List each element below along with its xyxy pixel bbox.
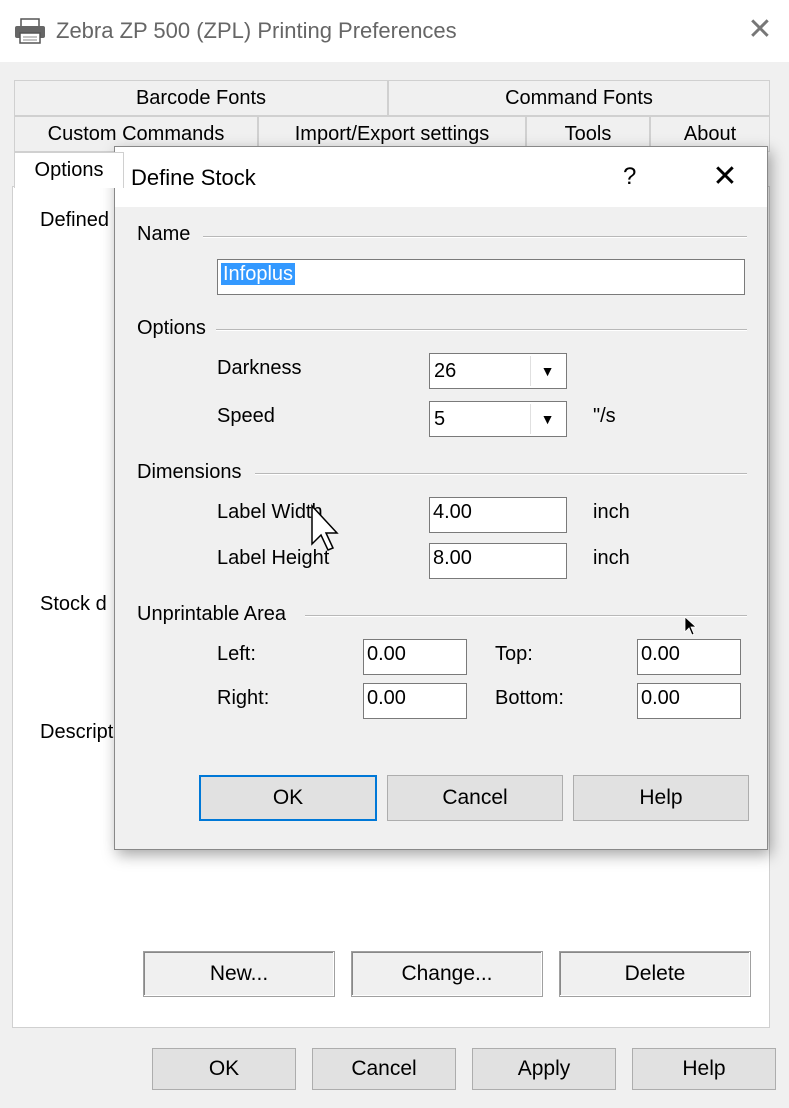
dialog-ok-button[interactable]: OK bbox=[199, 775, 377, 821]
label-height-unit: inch bbox=[593, 547, 630, 569]
help-icon[interactable]: ? bbox=[623, 163, 636, 191]
change-stock-button[interactable]: Change... bbox=[351, 951, 543, 997]
name-input[interactable]: Infoplus bbox=[217, 259, 745, 295]
defined-label: Defined bbox=[40, 209, 109, 231]
left-label: Left: bbox=[217, 643, 256, 665]
cancel-button[interactable]: Cancel bbox=[312, 1048, 456, 1090]
dialog-close-icon[interactable]: ✕ bbox=[707, 159, 743, 194]
mouse-cursor-icon bbox=[311, 504, 339, 551]
stock-label: Stock d bbox=[40, 593, 107, 615]
top-label: Top: bbox=[495, 643, 533, 665]
darkness-select[interactable]: 26 ▼ bbox=[429, 353, 567, 389]
window-title: Zebra ZP 500 (ZPL) Printing Preferences bbox=[56, 18, 457, 43]
left-input[interactable]: 0.00 bbox=[363, 639, 467, 675]
darkness-label: Darkness bbox=[217, 357, 302, 379]
label-width-input[interactable]: 4.00 bbox=[429, 497, 567, 533]
delete-stock-button[interactable]: Delete bbox=[559, 951, 751, 997]
description-label: Descript bbox=[40, 721, 114, 743]
dialog-title: Define Stock bbox=[131, 165, 256, 190]
speed-unit: "/s bbox=[593, 405, 616, 427]
window-titlebar: Zebra ZP 500 (ZPL) Printing Preferences … bbox=[0, 0, 789, 62]
dialog-titlebar: Define Stock ? ✕ bbox=[115, 147, 767, 207]
printer-icon bbox=[15, 18, 45, 44]
top-input[interactable]: 0.00 bbox=[637, 639, 741, 675]
new-stock-button[interactable]: New... bbox=[143, 951, 335, 997]
speed-label: Speed bbox=[217, 405, 275, 427]
tab-command-fonts[interactable]: Command Fonts bbox=[388, 80, 770, 116]
right-label: Right: bbox=[217, 687, 270, 709]
label-width-label: Label Width bbox=[217, 501, 323, 523]
dimensions-group-line bbox=[255, 473, 747, 475]
options-group-line bbox=[215, 329, 747, 331]
define-stock-dialog: Define Stock ? ✕ Name Infoplus Options D… bbox=[114, 146, 768, 850]
name-value: Infoplus bbox=[221, 263, 296, 285]
right-input[interactable]: 0.00 bbox=[363, 683, 467, 719]
dialog-cancel-button[interactable]: Cancel bbox=[387, 775, 563, 821]
options-group-label: Options bbox=[137, 317, 216, 340]
bottom-input[interactable]: 0.00 bbox=[637, 683, 741, 719]
chevron-down-icon[interactable]: ▼ bbox=[530, 356, 564, 386]
close-icon[interactable]: ✕ bbox=[744, 14, 776, 46]
tab-barcode-fonts[interactable]: Barcode Fonts bbox=[14, 80, 388, 116]
darkness-value: 26 bbox=[434, 360, 457, 382]
unprintable-group-label: Unprintable Area bbox=[137, 603, 296, 626]
tab-options[interactable]: Options bbox=[14, 152, 124, 188]
speed-value: 5 bbox=[434, 408, 446, 430]
bottom-label: Bottom: bbox=[495, 687, 564, 709]
label-height-input[interactable]: 8.00 bbox=[429, 543, 567, 579]
unprintable-group-line bbox=[305, 615, 747, 617]
apply-button[interactable]: Apply bbox=[472, 1048, 616, 1090]
help-button[interactable]: Help bbox=[632, 1048, 776, 1090]
mouse-pointer-icon bbox=[684, 616, 698, 636]
speed-select[interactable]: 5 ▼ bbox=[429, 401, 567, 437]
name-group-label: Name bbox=[137, 223, 201, 246]
name-group-line bbox=[203, 236, 747, 238]
dialog-help-button[interactable]: Help bbox=[573, 775, 749, 821]
chevron-down-icon[interactable]: ▼ bbox=[530, 404, 564, 434]
label-width-unit: inch bbox=[593, 501, 630, 523]
ok-button[interactable]: OK bbox=[152, 1048, 296, 1090]
dimensions-group-label: Dimensions bbox=[137, 461, 252, 484]
